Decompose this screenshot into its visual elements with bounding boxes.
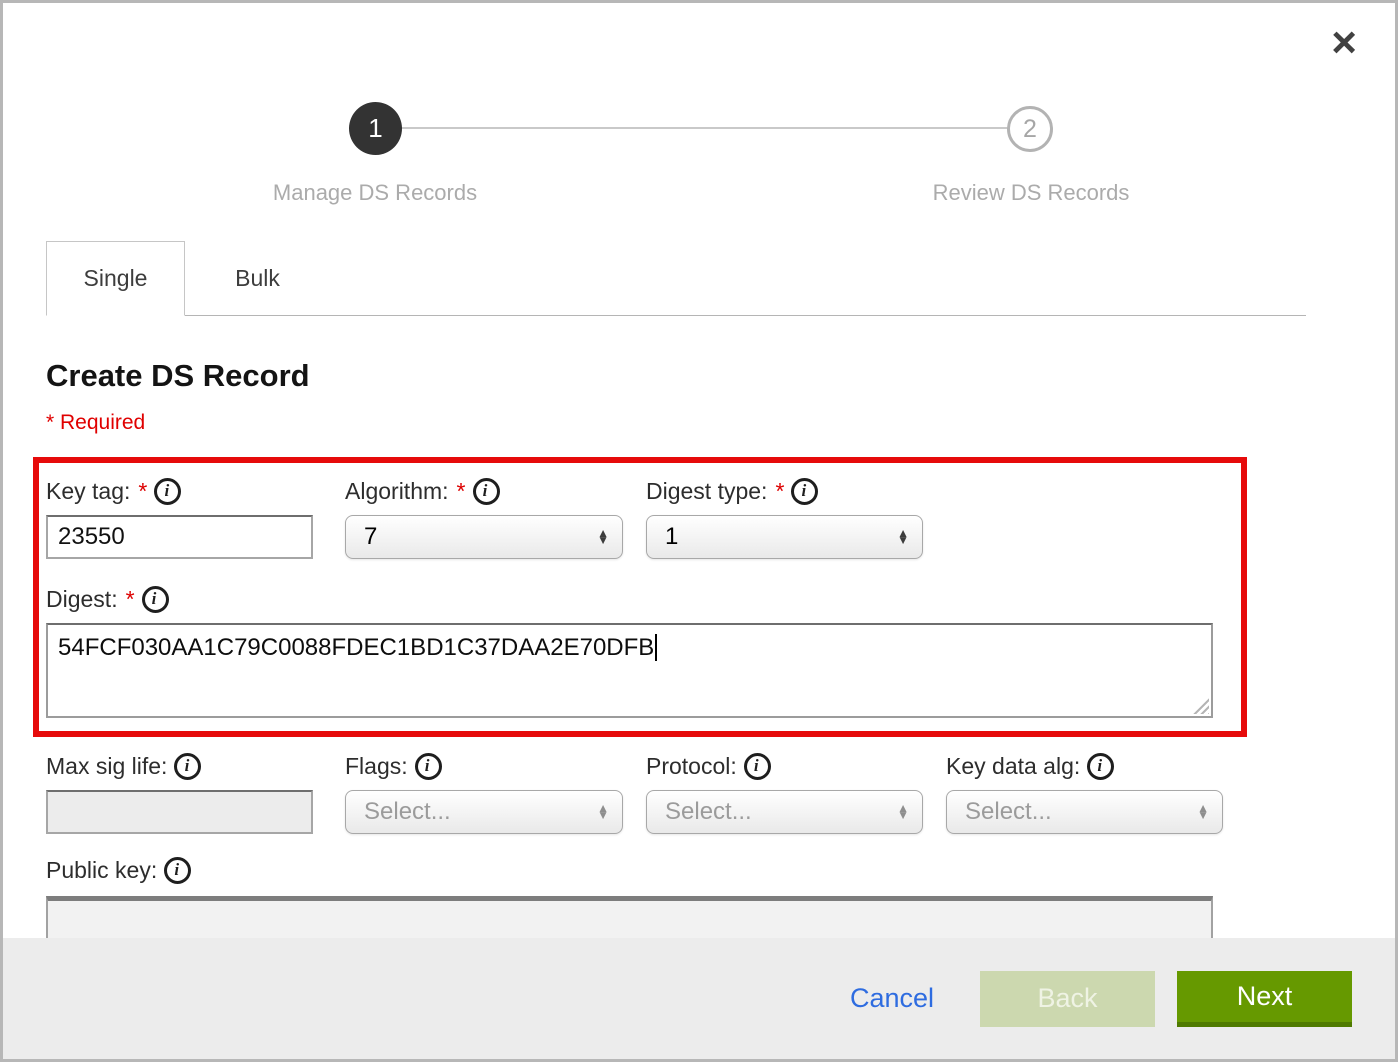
step-1-label: Manage DS Records <box>273 180 477 206</box>
algorithm-select[interactable]: 7 ▲ ▼ <box>345 515 623 559</box>
protocol-label-row: Protocol: i <box>646 751 923 781</box>
key-tag-field: Key tag: * i <box>46 476 313 559</box>
info-icon[interactable]: i <box>174 753 201 780</box>
algorithm-label: Algorithm: <box>345 478 449 505</box>
flags-select[interactable]: Select... ▲ ▼ <box>345 790 623 834</box>
select-arrows-icon: ▲ ▼ <box>1197 805 1209 820</box>
protocol-placeholder: Select... <box>665 798 752 826</box>
step-2-number: 2 <box>1023 115 1037 144</box>
digest-type-label-row: Digest type: * i <box>646 476 923 506</box>
tab-bar: Single Bulk <box>46 241 1306 316</box>
info-icon[interactable]: i <box>154 478 181 505</box>
tab-single[interactable]: Single <box>46 241 185 316</box>
arrow-down-icon: ▼ <box>897 537 909 544</box>
tab-single-label: Single <box>84 265 148 292</box>
flags-placeholder: Select... <box>364 798 451 826</box>
key-data-alg-select[interactable]: Select... ▲ ▼ <box>946 790 1223 834</box>
protocol-field: Protocol: i Select... ▲ ▼ <box>646 751 923 834</box>
arrow-down-icon: ▼ <box>1197 812 1209 819</box>
key-data-alg-label: Key data alg: <box>946 753 1080 780</box>
step-1-circle: 1 <box>349 102 402 155</box>
create-ds-record-dialog: × 1 2 Manage DS Records Review DS Record… <box>0 0 1398 1062</box>
dialog-body: × 1 2 Manage DS Records Review DS Record… <box>3 3 1395 938</box>
key-tag-input[interactable] <box>46 515 313 559</box>
dialog-footer: Cancel Back Next <box>3 938 1395 1059</box>
tab-bulk-label: Bulk <box>235 265 280 292</box>
protocol-label: Protocol: <box>646 753 737 780</box>
select-arrows-icon: ▲ ▼ <box>597 530 609 545</box>
max-sig-life-label: Max sig life: <box>46 753 167 780</box>
flags-label: Flags: <box>345 753 408 780</box>
max-sig-life-label-row: Max sig life: i <box>46 751 313 781</box>
page-title: Create DS Record <box>46 358 1395 394</box>
field-row-1: Key tag: * i Algorithm: * i 7 <box>46 476 1241 559</box>
digest-type-field: Digest type: * i 1 ▲ ▼ <box>646 476 923 559</box>
digest-label: Digest: <box>46 586 118 613</box>
flags-label-row: Flags: i <box>345 751 623 781</box>
flags-field: Flags: i Select... ▲ ▼ <box>345 751 623 834</box>
public-key-textarea[interactable] <box>46 896 1213 938</box>
required-asterisk: * <box>126 586 135 613</box>
step-1-number: 1 <box>368 113 382 144</box>
highlighted-required-fields-box: Key tag: * i Algorithm: * i 7 <box>33 457 1247 737</box>
text-caret <box>655 634 657 661</box>
step-2-circle: 2 <box>1007 106 1053 152</box>
select-arrows-icon: ▲ ▼ <box>597 805 609 820</box>
cancel-button[interactable]: Cancel <box>850 983 934 1014</box>
algorithm-field: Algorithm: * i 7 ▲ ▼ <box>345 476 623 559</box>
digest-type-label: Digest type: <box>646 478 767 505</box>
info-icon[interactable]: i <box>791 478 818 505</box>
info-icon[interactable]: i <box>142 586 169 613</box>
protocol-select[interactable]: Select... ▲ ▼ <box>646 790 923 834</box>
info-icon[interactable]: i <box>164 857 191 884</box>
digest-textarea[interactable]: 54FCF030AA1C79C0088FDEC1BD1C37DAA2E70DFB <box>46 623 1213 718</box>
key-tag-label-row: Key tag: * i <box>46 476 313 506</box>
key-data-alg-field: Key data alg: i Select... ▲ ▼ <box>946 751 1223 834</box>
max-sig-life-field: Max sig life: i <box>46 751 313 834</box>
info-icon[interactable]: i <box>1087 753 1114 780</box>
algorithm-selected-value: 7 <box>364 523 377 551</box>
back-button[interactable]: Back <box>980 971 1155 1027</box>
arrow-down-icon: ▼ <box>597 812 609 819</box>
info-icon[interactable]: i <box>473 478 500 505</box>
key-data-alg-label-row: Key data alg: i <box>946 751 1223 781</box>
key-data-alg-placeholder: Select... <box>965 798 1052 826</box>
digest-type-select[interactable]: 1 ▲ ▼ <box>646 515 923 559</box>
arrow-down-icon: ▼ <box>597 537 609 544</box>
arrow-down-icon: ▼ <box>897 812 909 819</box>
info-icon[interactable]: i <box>744 753 771 780</box>
max-sig-life-input[interactable] <box>46 790 313 834</box>
public-key-label: Public key: <box>46 857 157 884</box>
info-icon[interactable]: i <box>415 753 442 780</box>
stepper-connector-line <box>400 127 1007 129</box>
algorithm-label-row: Algorithm: * i <box>345 476 623 506</box>
wizard-stepper: 1 2 Manage DS Records Review DS Records <box>3 3 1395 215</box>
required-note: * Required <box>46 411 1395 435</box>
next-button[interactable]: Next <box>1177 971 1352 1027</box>
required-asterisk: * <box>775 478 784 505</box>
step-2-label: Review DS Records <box>933 180 1130 206</box>
digest-value: 54FCF030AA1C79C0088FDEC1BD1C37DAA2E70DFB <box>58 634 654 661</box>
public-key-label-row: Public key: i <box>46 855 1395 885</box>
required-asterisk: * <box>138 478 147 505</box>
digest-type-selected-value: 1 <box>665 523 678 551</box>
key-tag-label: Key tag: <box>46 478 130 505</box>
tab-bulk[interactable]: Bulk <box>185 241 330 315</box>
digest-label-row: Digest: * i <box>46 584 1241 614</box>
resize-handle-icon[interactable] <box>1192 697 1209 714</box>
select-arrows-icon: ▲ ▼ <box>897 530 909 545</box>
select-arrows-icon: ▲ ▼ <box>897 805 909 820</box>
required-asterisk: * <box>457 478 466 505</box>
field-row-2: Max sig life: i Flags: i Select... ▲ ▼ <box>46 751 1395 834</box>
